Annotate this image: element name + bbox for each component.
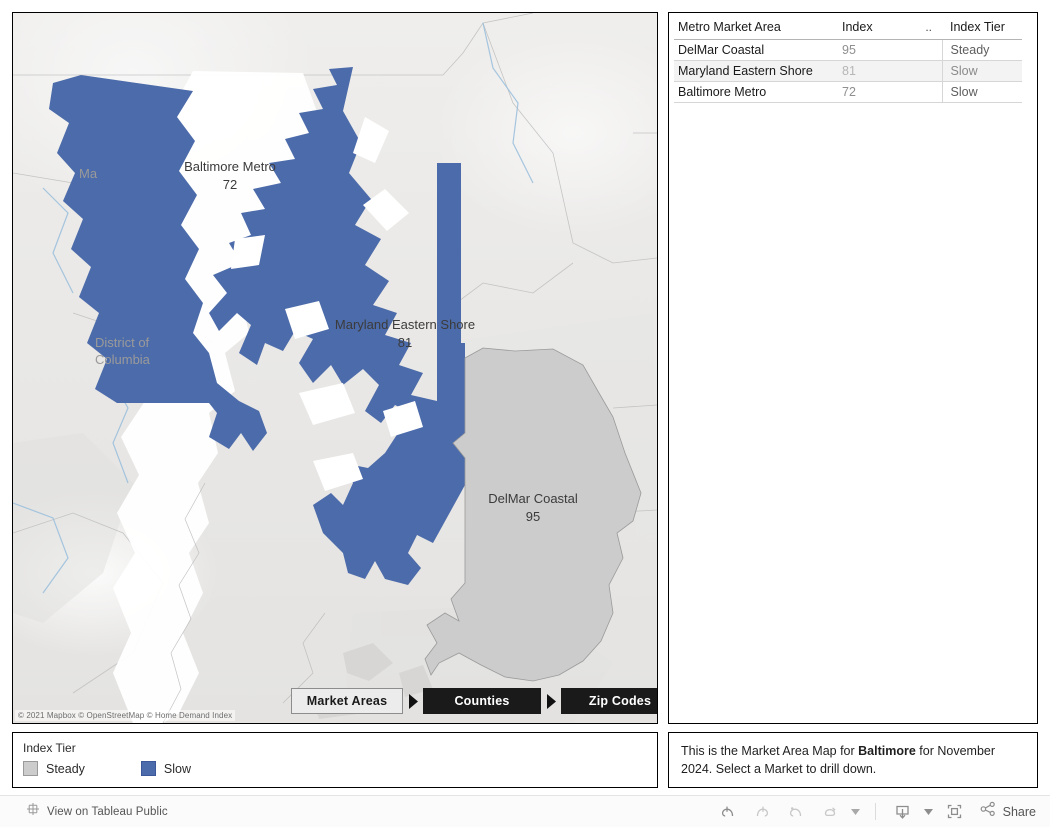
fullscreen-button[interactable] (939, 799, 971, 825)
share-icon (979, 800, 997, 823)
column-header-index[interactable]: Index (836, 17, 894, 40)
legend-label-slow: Slow (163, 761, 192, 776)
map-geometry (13, 13, 657, 723)
breadcrumb: Market Areas Counties Zip Codes (291, 688, 657, 714)
column-header-index-tier[interactable]: Index Tier (942, 17, 1022, 40)
cell-market-area: Maryland Eastern Shore (674, 60, 836, 82)
legend-items: Steady Slow (23, 761, 647, 776)
description-highlight: Baltimore (858, 744, 916, 758)
revert-button[interactable] (780, 799, 812, 825)
redo-button[interactable] (746, 799, 778, 825)
breadcrumb-arrow-1-icon (403, 688, 423, 714)
toolbar-actions: Share (712, 799, 1036, 825)
toolbar-divider (874, 803, 876, 820)
legend-swatch-steady (23, 761, 38, 776)
pause-dropdown-caret-icon[interactable] (848, 799, 864, 825)
cell-market-area: Baltimore Metro (674, 81, 836, 103)
legend-item-slow[interactable]: Slow (140, 761, 192, 776)
cell-index-tier: Slow (941, 60, 1022, 82)
tableau-dashboard: Baltimore Metro 72 Maryland Eastern Shor… (0, 0, 1050, 827)
description-panel: This is the Market Area Map for Baltimor… (668, 732, 1038, 788)
description-text: This is the Market Area Map for Baltimor… (681, 742, 1025, 778)
cell-index: 95 (836, 39, 942, 61)
cell-index-tier: Slow (941, 81, 1022, 103)
download-button[interactable] (887, 799, 919, 825)
breadcrumb-arrow-2-icon (541, 688, 561, 714)
share-label: Share (1002, 804, 1036, 819)
table-row[interactable]: Maryland Eastern Shore 81 Slow (674, 60, 1022, 82)
legend-item-steady[interactable]: Steady (23, 761, 85, 776)
table-header-row: Metro Market Area Index .. Index Tier (674, 17, 1022, 40)
table-row[interactable]: DelMar Coastal 95 Steady (674, 39, 1022, 61)
map-panel[interactable]: Baltimore Metro 72 Maryland Eastern Shor… (12, 12, 658, 724)
share-button[interactable]: Share (979, 800, 1036, 823)
undo-button[interactable] (712, 799, 744, 825)
legend-title: Index Tier (23, 741, 76, 755)
map-attribution: © 2021 Mapbox © OpenStreetMap © Home Dem… (15, 710, 236, 721)
description-prefix: This is the Market Area Map for (681, 744, 859, 758)
download-dropdown-caret-icon[interactable] (921, 799, 937, 825)
cell-index: 81 (836, 60, 942, 82)
breadcrumb-counties[interactable]: Counties (423, 688, 541, 714)
breadcrumb-zip-codes[interactable]: Zip Codes (561, 688, 657, 714)
cell-index: 72 (836, 81, 942, 103)
legend-swatch-slow (140, 761, 156, 776)
view-on-tableau-public-button[interactable]: View on Tableau Public (26, 802, 168, 821)
cell-index-tier: Steady (941, 39, 1022, 61)
market-area-table: Metro Market Area Index .. Index Tier De… (674, 17, 1022, 103)
refresh-button[interactable] (814, 799, 846, 825)
table-row[interactable]: Baltimore Metro 72 Slow (674, 81, 1022, 103)
market-area-table-panel: Metro Market Area Index .. Index Tier De… (668, 12, 1038, 724)
legend-label-steady: Steady (46, 761, 85, 776)
breadcrumb-market-areas[interactable]: Market Areas (291, 688, 403, 714)
cell-market-area: DelMar Coastal (674, 39, 836, 61)
tableau-logo-icon (26, 802, 40, 821)
column-header-overflow-indicator[interactable]: .. (894, 17, 942, 40)
map-canvas[interactable]: Baltimore Metro 72 Maryland Eastern Shor… (13, 13, 657, 723)
column-header-metro-market-area[interactable]: Metro Market Area (674, 17, 836, 40)
legend-panel: Index Tier Steady Slow (12, 732, 658, 788)
view-on-tableau-public-label: View on Tableau Public (47, 805, 168, 818)
bottom-toolbar: View on Tableau Public Share (0, 795, 1050, 827)
